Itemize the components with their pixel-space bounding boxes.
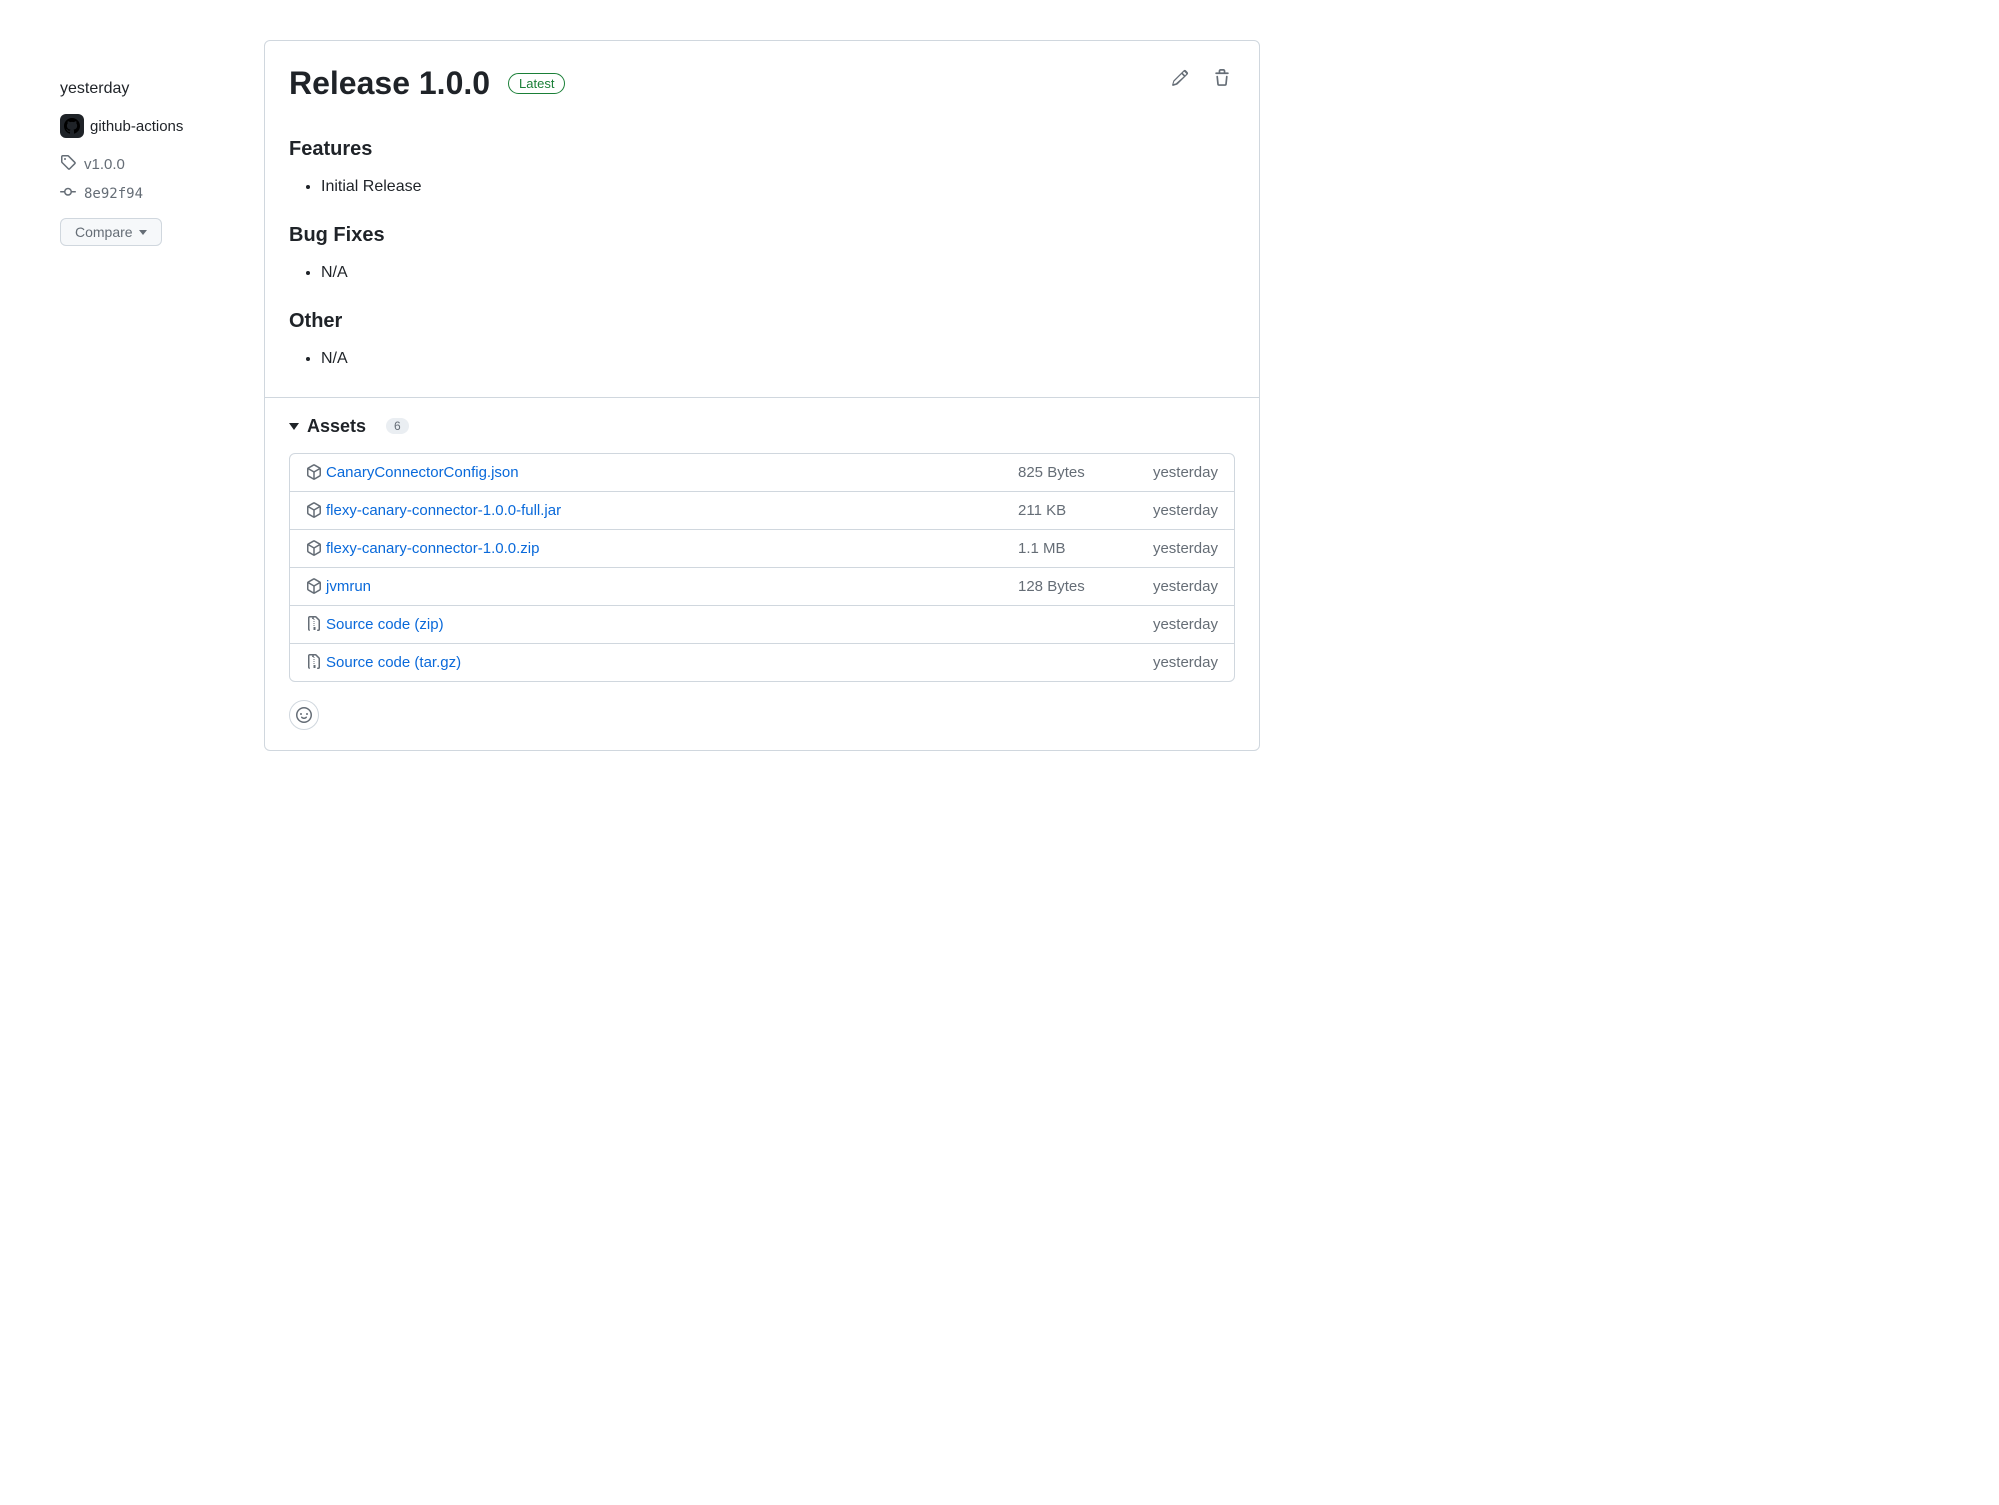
file-zip-icon	[306, 654, 322, 670]
asset-time: yesterday	[1118, 502, 1218, 519]
other-heading: Other	[289, 310, 1235, 333]
author-name: github-actions	[90, 118, 183, 135]
asset-size: 1.1 MB	[1018, 540, 1118, 557]
other-item: N/A	[321, 345, 1235, 372]
release-card: Release 1.0.0 Latest Features Initial Re…	[264, 40, 1260, 751]
release-author[interactable]: github-actions	[60, 114, 240, 138]
compare-button[interactable]: Compare	[60, 218, 162, 246]
package-icon	[306, 464, 322, 480]
commit-sha: 8e92f94	[84, 186, 143, 202]
chevron-down-icon	[139, 230, 147, 235]
asset-row: Source code (zip) yesterday	[290, 606, 1234, 644]
asset-row: flexy-canary-connector-1.0.0-full.jar 211…	[290, 492, 1234, 530]
tag-link[interactable]: v1.0.0	[60, 154, 240, 174]
release-title: Release 1.0.0	[289, 65, 490, 102]
assets-toggle[interactable]: Assets 6	[289, 416, 1235, 437]
asset-row: jvmrun 128 Bytesyesterday	[290, 568, 1234, 606]
asset-row: CanaryConnectorConfig.json 825 Bytesyeste…	[290, 454, 1234, 492]
compare-label: Compare	[75, 224, 133, 240]
trash-icon	[1213, 69, 1231, 87]
smiley-icon	[296, 707, 312, 723]
asset-row: Source code (tar.gz) yesterday	[290, 644, 1234, 681]
package-icon	[306, 578, 322, 594]
delete-button[interactable]	[1209, 65, 1235, 94]
asset-link[interactable]: CanaryConnectorConfig.json	[326, 464, 519, 481]
asset-row: flexy-canary-connector-1.0.0.zip 1.1 MBye…	[290, 530, 1234, 568]
features-heading: Features	[289, 138, 1235, 161]
asset-link[interactable]: Source code (tar.gz)	[326, 654, 461, 671]
assets-count: 6	[386, 418, 409, 434]
release-time: yesterday	[60, 80, 240, 98]
asset-time: yesterday	[1118, 464, 1218, 481]
asset-time: yesterday	[1118, 578, 1218, 595]
tag-label: v1.0.0	[84, 156, 125, 173]
bugfixes-heading: Bug Fixes	[289, 224, 1235, 247]
asset-link[interactable]: flexy-canary-connector-1.0.0-full.jar	[326, 502, 561, 519]
asset-size: 211 KB	[1018, 502, 1118, 519]
tag-icon	[60, 154, 76, 174]
asset-size: 825 Bytes	[1018, 464, 1118, 481]
asset-size: 128 Bytes	[1018, 578, 1118, 595]
feature-item: Initial Release	[321, 173, 1235, 200]
file-zip-icon	[306, 616, 322, 632]
package-icon	[306, 502, 322, 518]
commit-link[interactable]: 8e92f94	[60, 184, 240, 204]
asset-time: yesterday	[1118, 540, 1218, 557]
asset-time: yesterday	[1118, 654, 1218, 671]
bugfix-item: N/A	[321, 259, 1235, 286]
asset-link[interactable]: flexy-canary-connector-1.0.0.zip	[326, 540, 539, 557]
edit-button[interactable]	[1167, 65, 1193, 94]
asset-link[interactable]: Source code (zip)	[326, 616, 444, 633]
github-icon	[60, 114, 84, 138]
latest-badge: Latest	[508, 73, 565, 94]
commit-icon	[60, 184, 76, 204]
asset-link[interactable]: jvmrun	[326, 578, 371, 595]
package-icon	[306, 540, 322, 556]
asset-time: yesterday	[1118, 616, 1218, 633]
assets-heading: Assets	[307, 416, 366, 437]
pencil-icon	[1171, 69, 1189, 87]
add-reaction-button[interactable]	[289, 700, 319, 730]
caret-down-icon	[289, 423, 299, 430]
